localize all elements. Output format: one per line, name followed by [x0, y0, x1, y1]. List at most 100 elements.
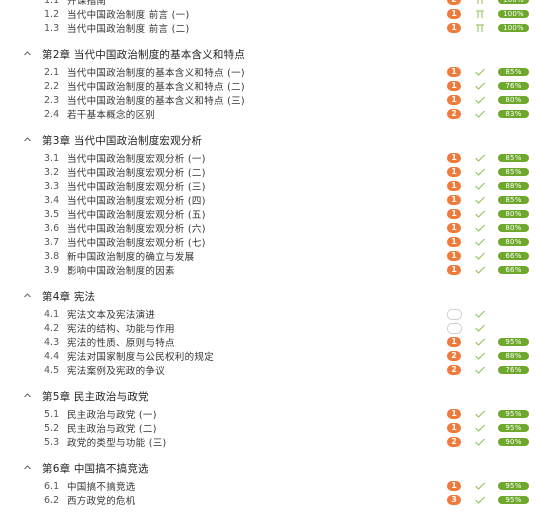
section-item[interactable]: 3.1 当代中国政治制度宏观分析 (一) 1 85%: [0, 151, 550, 165]
section-item[interactable]: 4.2 宪法的结构、功能与作用: [0, 321, 550, 335]
progress-badge: 95%: [498, 424, 529, 432]
check-icon: [474, 181, 486, 191]
section-item[interactable]: 6.1 中国搞不搞竞选 1 95%: [0, 479, 550, 493]
pause-icon: [474, 9, 486, 19]
section-number: 2.2: [44, 80, 60, 92]
chapter-header[interactable]: 第6章 中国搞不搞竞选: [0, 457, 550, 479]
chapter-title: 第3章 当代中国政治制度宏观分析: [42, 134, 203, 147]
section-item[interactable]: 3.4 当代中国政治制度宏观分析 (四) 1 85%: [0, 193, 550, 207]
progress-badge: 100%: [498, 10, 529, 18]
chapter-header[interactable]: 第2章 当代中国政治制度的基本含义和特点: [0, 43, 550, 65]
chapter-title: 第2章 当代中国政治制度的基本含义和特点: [42, 48, 246, 61]
section-item[interactable]: 2.4 若干基本概念的区别 2 83%: [0, 107, 550, 121]
check-icon: [474, 365, 486, 375]
section-title-link[interactable]: 当代中国政治制度 前言 (一): [67, 7, 189, 21]
section-title-link[interactable]: 新中国政治制度的确立与发展: [67, 249, 194, 263]
section-title-link[interactable]: 当代中国政治制度宏观分析 (三): [67, 179, 206, 193]
task-count-badge: 1: [447, 23, 461, 33]
section-item[interactable]: 3.8 新中国政治制度的确立与发展 1 66%: [0, 249, 550, 263]
check-icon: [474, 323, 486, 333]
section-title-link[interactable]: 当代中国政治制度宏观分析 (五): [67, 207, 206, 221]
section-item[interactable]: 1.3 当代中国政治制度 前言 (二) 1 100%: [0, 21, 550, 35]
task-count-badge: 1: [447, 209, 461, 219]
section-number: 1.2: [44, 8, 60, 20]
chevron-up-icon[interactable]: [24, 464, 31, 471]
section-item[interactable]: 5.3 政党的类型与功能 (三) 2 90%: [0, 435, 550, 449]
check-icon: [474, 209, 486, 219]
section-title-link[interactable]: 宪法的性质、原则与特点: [67, 335, 175, 349]
check-icon: [474, 109, 486, 119]
task-count-badge: 2: [447, 437, 461, 447]
section-title-link[interactable]: 西方政党的危机: [67, 493, 136, 507]
section-number: 6.2: [44, 494, 60, 506]
section-item[interactable]: 3.6 当代中国政治制度宏观分析 (六) 1 80%: [0, 221, 550, 235]
section-title-link[interactable]: 当代中国政治制度的基本含义和特点 (三): [67, 93, 245, 107]
section-item[interactable]: 4.4 宪法对国家制度与公民权利的规定 2 88%: [0, 349, 550, 363]
section-item[interactable]: 1.2 当代中国政治制度 前言 (一) 1 100%: [0, 7, 550, 21]
pause-icon: [474, 23, 486, 33]
check-icon: [474, 481, 486, 491]
section-item[interactable]: 5.1 民主政治与政党 (一) 1 95%: [0, 407, 550, 421]
section-item[interactable]: 5.2 民主政治与政党 (二) 1 95%: [0, 421, 550, 435]
section-title-link[interactable]: 当代中国政治制度的基本含义和特点 (二): [67, 79, 245, 93]
section-item[interactable]: 1.1 开课指南 2 100%: [0, 0, 550, 7]
check-icon: [474, 153, 486, 163]
chapter-gap: [0, 449, 550, 457]
section-item[interactable]: 3.3 当代中国政治制度宏观分析 (三) 1 88%: [0, 179, 550, 193]
section-item[interactable]: 6.2 西方政党的危机 3 95%: [0, 493, 550, 507]
section-item[interactable]: 2.2 当代中国政治制度的基本含义和特点 (二) 1 76%: [0, 79, 550, 93]
section-title-link[interactable]: 当代中国政治制度的基本含义和特点 (一): [67, 65, 245, 79]
section-item[interactable]: 3.2 当代中国政治制度宏观分析 (二) 1 85%: [0, 165, 550, 179]
section-title-link[interactable]: 宪法案例及宪政的争议: [67, 363, 165, 377]
section-title-link[interactable]: 当代中国政治制度宏观分析 (四): [67, 193, 206, 207]
progress-badge: 90%: [498, 438, 529, 446]
section-title-link[interactable]: 政党的类型与功能 (三): [67, 435, 167, 449]
section-title-link[interactable]: 当代中国政治制度 前言 (二): [67, 21, 189, 35]
section-title-link[interactable]: 宪法文本及宪法演进: [67, 307, 155, 321]
section-title-link[interactable]: 当代中国政治制度宏观分析 (一): [67, 151, 206, 165]
progress-badge: 85%: [498, 68, 529, 76]
chapter-header[interactable]: 第4章 宪法: [0, 285, 550, 307]
section-number: 4.1: [44, 308, 60, 320]
section-title-link[interactable]: 影响中国政治制度的因素: [67, 263, 175, 277]
chevron-up-icon[interactable]: [24, 392, 31, 399]
section-title-link[interactable]: 当代中国政治制度宏观分析 (六): [67, 221, 206, 235]
section-title-link[interactable]: 当代中国政治制度宏观分析 (二): [67, 165, 206, 179]
section-item[interactable]: 4.1 宪法文本及宪法演进: [0, 307, 550, 321]
section-title-link[interactable]: 若干基本概念的区别: [67, 107, 155, 121]
section-title-link[interactable]: 当代中国政治制度宏观分析 (七): [67, 235, 206, 249]
task-count-badge: 1: [447, 195, 461, 205]
section-title-link[interactable]: 中国搞不搞竞选: [67, 479, 136, 493]
section-item[interactable]: 3.5 当代中国政治制度宏观分析 (五) 1 80%: [0, 207, 550, 221]
section-item[interactable]: 3.9 影响中国政治制度的因素 1 66%: [0, 263, 550, 277]
progress-badge: 80%: [498, 238, 529, 246]
chapter-header[interactable]: 第5章 民主政治与政党: [0, 385, 550, 407]
section-item[interactable]: 2.1 当代中国政治制度的基本含义和特点 (一) 1 85%: [0, 65, 550, 79]
section-number: 3.9: [44, 264, 60, 276]
task-count-badge: 1: [447, 223, 461, 233]
progress-badge: 95%: [498, 496, 529, 504]
check-icon: [474, 251, 486, 261]
chapter-header[interactable]: 第3章 当代中国政治制度宏观分析: [0, 129, 550, 151]
task-count-badge: 1: [447, 237, 461, 247]
check-icon: [474, 81, 486, 91]
task-count-badge: 1: [447, 67, 461, 77]
section-item[interactable]: 4.5 宪法案例及宪政的争议 2 76%: [0, 363, 550, 377]
progress-badge: 85%: [498, 154, 529, 162]
progress-badge: 83%: [498, 110, 529, 118]
chevron-up-icon[interactable]: [24, 50, 31, 57]
section-title-link[interactable]: 宪法的结构、功能与作用: [67, 321, 175, 335]
progress-badge: 100%: [498, 0, 529, 4]
section-title-link[interactable]: 宪法对国家制度与公民权利的规定: [67, 349, 214, 363]
section-title-link[interactable]: 民主政治与政党 (一): [67, 407, 157, 421]
course-outline: 1.1 开课指南 2 100% 1.2 当代中国政治制度 前言 (一) 1 100% 1.3 当代…: [0, 0, 550, 507]
section-item[interactable]: 2.3 当代中国政治制度的基本含义和特点 (三) 1 80%: [0, 93, 550, 107]
chevron-up-icon[interactable]: [24, 292, 31, 299]
chevron-up-icon[interactable]: [24, 136, 31, 143]
task-count-badge: 1: [447, 423, 461, 433]
section-item[interactable]: 3.7 当代中国政治制度宏观分析 (七) 1 80%: [0, 235, 550, 249]
section-item[interactable]: 4.3 宪法的性质、原则与特点 1 95%: [0, 335, 550, 349]
section-title-link[interactable]: 民主政治与政党 (二): [67, 421, 157, 435]
section-title-link[interactable]: 开课指南: [67, 0, 106, 7]
check-icon: [474, 67, 486, 77]
